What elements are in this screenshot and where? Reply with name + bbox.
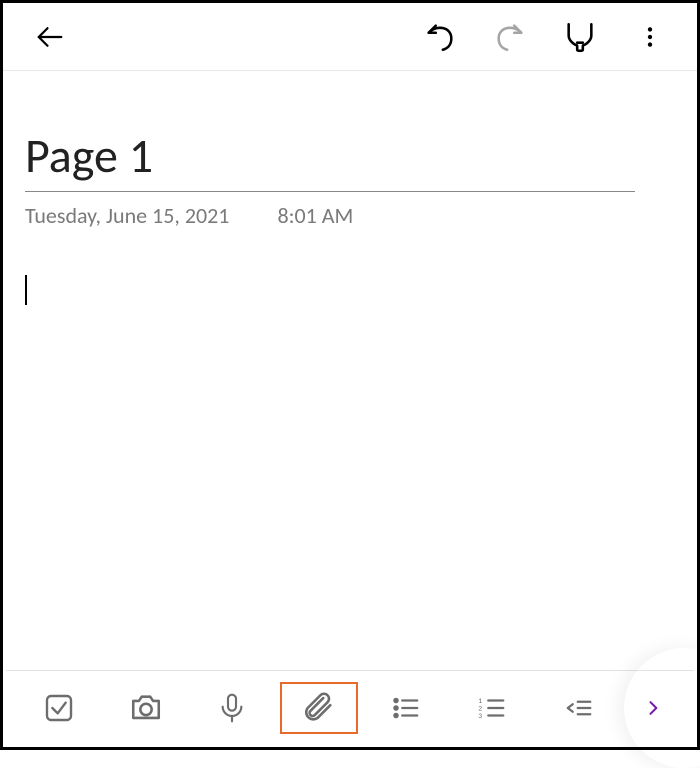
arrow-left-icon xyxy=(35,22,65,52)
highlighter-button[interactable] xyxy=(545,3,615,71)
camera-icon xyxy=(129,691,163,725)
redo-icon xyxy=(493,20,527,54)
numbered-list-icon: 1 2 3 xyxy=(475,693,509,723)
page-time: 8:01 AM xyxy=(277,202,353,229)
bottom-toolbar: 1 2 3 xyxy=(6,670,694,744)
svg-text:3: 3 xyxy=(478,712,482,721)
page-title-input[interactable] xyxy=(25,126,635,192)
expand-toolbar-button[interactable] xyxy=(622,678,684,738)
vertical-dots-icon xyxy=(637,22,663,52)
chevron-right-icon xyxy=(643,696,663,720)
undo-icon xyxy=(423,20,457,54)
page-date: Tuesday, June 15, 2021 xyxy=(25,202,229,229)
todo-checkbox-icon xyxy=(43,692,75,724)
numbered-list-button[interactable]: 1 2 3 xyxy=(449,678,536,738)
todo-tag-button[interactable] xyxy=(16,678,103,738)
note-page: Tuesday, June 15, 2021 8:01 AM xyxy=(3,71,697,305)
redo-button xyxy=(475,3,545,71)
microphone-button[interactable] xyxy=(189,678,276,738)
more-options-button[interactable] xyxy=(615,3,685,71)
top-toolbar xyxy=(3,3,697,71)
text-cursor xyxy=(25,275,27,305)
bulleted-list-button[interactable] xyxy=(362,678,449,738)
microphone-icon xyxy=(216,691,248,725)
back-button[interactable] xyxy=(15,3,85,71)
bulleted-list-icon xyxy=(389,693,423,723)
camera-button[interactable] xyxy=(103,678,190,738)
attachment-button[interactable] xyxy=(276,678,363,738)
attachment-icon xyxy=(302,690,336,726)
highlighter-icon xyxy=(563,20,597,54)
undo-button[interactable] xyxy=(405,3,475,71)
decrease-indent-icon xyxy=(562,693,596,723)
decrease-indent-button[interactable] xyxy=(535,678,622,738)
